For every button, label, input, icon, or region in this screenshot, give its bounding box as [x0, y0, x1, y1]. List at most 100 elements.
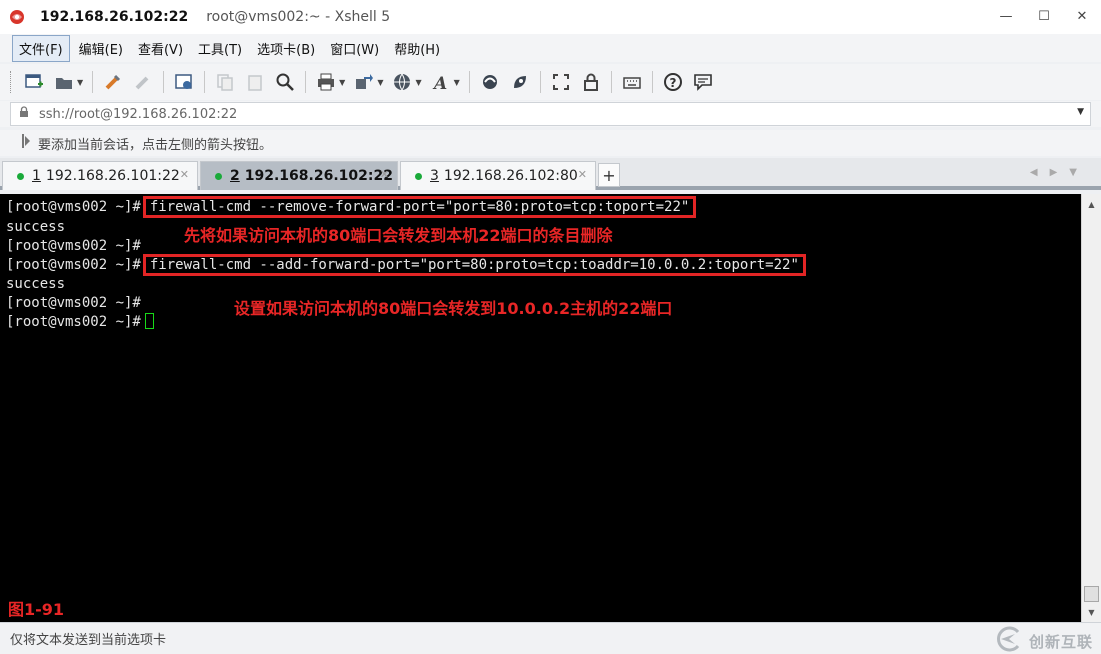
- fullscreen-icon[interactable]: [549, 70, 573, 94]
- connected-status-icon: [215, 172, 222, 180]
- window-title-host: 192.168.26.102:22: [40, 9, 189, 25]
- new-session-icon[interactable]: [22, 70, 46, 94]
- copy-icon[interactable]: [213, 70, 237, 94]
- menu-bar: 文件(F) 编辑(E) 查看(V) 工具(T) 选项卡(B) 窗口(W) 帮助(…: [0, 34, 1101, 62]
- chevron-down-icon[interactable]: ▼: [339, 78, 345, 87]
- connected-status-icon: [415, 172, 422, 180]
- menu-view[interactable]: 查看(V): [132, 36, 189, 61]
- scroll-down-icon[interactable]: ▼: [1084, 605, 1099, 619]
- toolbar-separator: [539, 71, 541, 93]
- add-tab-button[interactable]: +: [598, 163, 620, 187]
- shell-prompt: [root@vms002 ~]#: [6, 199, 141, 215]
- paste-icon[interactable]: [243, 70, 267, 94]
- lock-icon[interactable]: [579, 70, 603, 94]
- watermark: 创新互联: [993, 626, 1093, 654]
- lock-icon: [19, 106, 29, 122]
- terminal-output[interactable]: [root@vms002 ~]# firewall-cmd --remove-fo…: [0, 194, 1081, 622]
- minimize-button[interactable]: —: [987, 0, 1025, 32]
- maximize-button[interactable]: ☐: [1025, 0, 1063, 32]
- highlighted-command: firewall-cmd --add-forward-port="port=80…: [142, 254, 806, 276]
- xshell-logo-icon: [8, 8, 26, 26]
- find-icon[interactable]: [273, 70, 297, 94]
- chevron-down-icon[interactable]: ▼: [377, 78, 383, 87]
- toolbar: ▼ ▼ ▼ ▼ A ▼ ?: [0, 64, 1101, 100]
- chevron-down-icon[interactable]: ▼: [77, 78, 83, 87]
- highlighted-command: firewall-cmd --remove-forward-port="port…: [142, 196, 697, 218]
- svg-text:A: A: [432, 74, 447, 92]
- shell-prompt: [root@vms002 ~]#: [6, 257, 141, 273]
- connect-icon[interactable]: [101, 70, 125, 94]
- toolbar-separator: [651, 71, 653, 93]
- toolbar-separator: [305, 71, 307, 93]
- close-tab-icon[interactable]: ✕: [578, 168, 587, 181]
- terminal-line: success: [6, 218, 65, 237]
- tab-session-3[interactable]: 3 192.168.26.102:80 ✕: [400, 161, 596, 190]
- compose-bar-text[interactable]: 仅将文本发送到当前选项卡: [10, 629, 166, 648]
- command-output: success: [6, 276, 66, 292]
- address-input[interactable]: ssh://root@192.168.26.102:22 ▼: [10, 102, 1091, 126]
- tab-label: 192.168.26.102:22: [244, 168, 393, 184]
- font-icon[interactable]: A: [429, 70, 453, 94]
- shell-prompt: [root@vms002 ~]#: [6, 314, 141, 330]
- properties-icon[interactable]: [172, 70, 196, 94]
- chevron-down-icon[interactable]: ▼: [1077, 107, 1084, 117]
- shell-prompt: [root@vms002 ~]#: [6, 295, 141, 311]
- terminal-scrollbar[interactable]: ▲ ▼: [1081, 194, 1101, 622]
- menu-edit[interactable]: 编辑(E): [73, 36, 129, 61]
- chevron-down-icon[interactable]: ▼: [454, 78, 460, 87]
- tab-bar: 1 192.168.26.101:22 ✕ 2 192.168.26.102:2…: [0, 158, 1101, 190]
- disconnect-icon[interactable]: [131, 70, 155, 94]
- terminal-line: [root@vms002 ~]#: [6, 313, 154, 332]
- watermark-text: 创新互联: [1028, 632, 1093, 651]
- transfer-icon[interactable]: [352, 70, 376, 94]
- annotation-add: 设置如果访问本机的80端口会转发到10.0.0.2主机的22端口: [234, 299, 673, 318]
- terminal-line: [root@vms002 ~]#: [6, 237, 141, 256]
- toolbar-separator: [92, 71, 94, 93]
- close-tab-icon[interactable]: ✕: [380, 168, 389, 181]
- tab-label: 192.168.26.101:22: [45, 168, 180, 184]
- menu-file[interactable]: 文件(F): [12, 34, 70, 62]
- session-hint-bar: 要添加当前会话，点击左侧的箭头按钮。: [0, 130, 1101, 156]
- xftp-icon[interactable]: [478, 70, 502, 94]
- terminal-cursor: [144, 313, 154, 329]
- figure-label: 图1-91: [8, 600, 65, 619]
- status-bar: 仅将文本发送到当前选项卡 创新互联: [0, 622, 1101, 654]
- chevron-down-icon[interactable]: ▼: [415, 78, 421, 87]
- toolbar-grip[interactable]: [10, 71, 13, 93]
- tab-label: 192.168.26.102:80: [443, 168, 578, 184]
- window-title: root@vms002:~ - Xshell 5: [206, 9, 391, 25]
- menu-tabs[interactable]: 选项卡(B): [251, 36, 321, 61]
- scroll-up-icon[interactable]: ▲: [1084, 197, 1099, 211]
- chat-icon[interactable]: [691, 70, 715, 94]
- toolbar-separator: [204, 71, 206, 93]
- print-icon[interactable]: [314, 70, 338, 94]
- menu-help[interactable]: 帮助(H): [388, 36, 446, 61]
- close-button[interactable]: ✕: [1063, 0, 1101, 32]
- toolbar-separator: [468, 71, 470, 93]
- address-value: ssh://root@192.168.26.102:22: [39, 106, 238, 122]
- xmanager-icon[interactable]: [508, 70, 532, 94]
- svg-text:?: ?: [669, 76, 676, 90]
- window-controls: — ☐ ✕: [987, 0, 1101, 32]
- tab-session-2[interactable]: 2 192.168.26.102:22 ✕: [200, 161, 398, 190]
- watermark-logo-icon: [993, 626, 1023, 654]
- globe-icon[interactable]: [390, 70, 414, 94]
- close-tab-icon[interactable]: ✕: [180, 168, 189, 181]
- open-folder-icon[interactable]: [52, 70, 76, 94]
- session-bar-icon[interactable]: [22, 134, 32, 152]
- address-bar: ssh://root@192.168.26.102:22 ▼: [0, 101, 1101, 127]
- connected-status-icon: [17, 172, 24, 180]
- menu-window[interactable]: 窗口(W): [324, 36, 385, 61]
- command-output: success: [6, 219, 66, 235]
- scrollbar-thumb[interactable]: [1084, 586, 1099, 602]
- terminal-line: [root@vms002 ~]# firewall-cmd --remove-fo…: [6, 196, 697, 218]
- terminal-line: [root@vms002 ~]# firewall-cmd --add-forwa…: [6, 254, 806, 276]
- menu-tools[interactable]: 工具(T): [192, 36, 248, 61]
- tab-session-1[interactable]: 1 192.168.26.101:22 ✕: [2, 161, 198, 190]
- keyboard-icon[interactable]: [620, 70, 644, 94]
- help-icon[interactable]: ?: [661, 70, 685, 94]
- tab-scroll-arrows[interactable]: ◀▶▼: [1030, 167, 1089, 178]
- tab-number: 2: [230, 168, 240, 184]
- annotation-remove: 先将如果访问本机的80端口会转发到本机22端口的条目删除: [184, 226, 613, 245]
- shell-prompt: [root@vms002 ~]#: [6, 238, 141, 254]
